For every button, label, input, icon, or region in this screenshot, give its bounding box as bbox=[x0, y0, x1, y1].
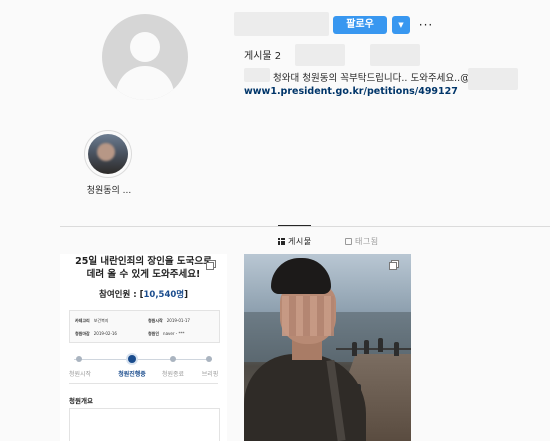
info-author: 청원인 naver - *** bbox=[148, 331, 185, 337]
bio-link[interactable]: www1.president.go.kr/petitions/499127 bbox=[244, 86, 458, 97]
photo-man-shirt bbox=[244, 354, 366, 441]
info-end-key: 청원마감 bbox=[75, 331, 90, 336]
petition-participants: 참여인원 : [10,540명] bbox=[60, 288, 227, 300]
step-label-closed: 청원종료 bbox=[161, 371, 185, 378]
photo-bystander bbox=[394, 342, 399, 356]
info-start-key: 청원시작 bbox=[148, 318, 163, 323]
info-category-val: 보건복지 bbox=[93, 318, 109, 323]
fullname-redacted bbox=[244, 68, 270, 82]
avatar-head-shape bbox=[130, 32, 160, 62]
participants-suffix: ] bbox=[184, 290, 188, 300]
tab-tagged-label: 태그됨 bbox=[355, 237, 379, 246]
progress-dot-closed bbox=[170, 356, 176, 362]
follow-button[interactable]: 팔로우 bbox=[333, 16, 387, 34]
more-options-icon[interactable]: ··· bbox=[418, 16, 434, 34]
photo-bystander bbox=[364, 340, 369, 354]
participants-value: 10,540명 bbox=[143, 290, 185, 300]
petition-overview-box bbox=[69, 408, 220, 441]
username-redacted bbox=[234, 12, 329, 36]
petition-progress-line bbox=[74, 359, 212, 360]
grid-icon bbox=[278, 238, 285, 245]
active-tab-indicator bbox=[278, 225, 311, 226]
petition-title-line2: 데려 올 수 있게 도와주세요! bbox=[86, 269, 201, 280]
avatar-body-shape bbox=[116, 66, 174, 100]
petition-separator bbox=[69, 383, 218, 384]
multiple-photos-icon bbox=[389, 260, 400, 271]
posts-count: 게시물 2 bbox=[244, 51, 282, 62]
suggestions-dropdown-button[interactable]: ▼ bbox=[392, 16, 410, 34]
multiple-photos-icon bbox=[206, 260, 217, 271]
progress-dot-start bbox=[76, 356, 82, 362]
story-highlight[interactable] bbox=[84, 130, 132, 178]
progress-dot-briefing bbox=[206, 356, 212, 362]
photo-face-blurred bbox=[282, 296, 334, 336]
tab-posts-label: 게시물 bbox=[288, 237, 312, 246]
step-label-briefing: 브리핑 bbox=[201, 371, 219, 378]
tabs-divider bbox=[60, 226, 550, 227]
info-author-key: 청원인 bbox=[148, 331, 160, 336]
tag-icon bbox=[345, 238, 352, 245]
info-category-key: 카테고리 bbox=[75, 318, 90, 323]
petition-overview-heading: 청원개요 bbox=[69, 397, 93, 405]
profile-bio: 청와대 청원동의 꼭부탁드립니다.. 도와주세요..@ bbox=[273, 73, 470, 84]
highlight-face-blurred bbox=[97, 143, 115, 161]
tab-tagged[interactable]: 태그됨 bbox=[345, 236, 379, 247]
photo-bystander bbox=[352, 342, 357, 356]
progress-dot-ongoing bbox=[128, 355, 136, 363]
petition-info-table: 카테고리 보건복지 청원시작 2019-01-17 청원마감 2019-02-16 청… bbox=[69, 310, 220, 343]
photo-man-hair bbox=[271, 258, 331, 294]
step-label-start: 청원시작 bbox=[68, 371, 92, 378]
info-start: 청원시작 2019-01-17 bbox=[148, 318, 190, 324]
followers-count-redacted bbox=[295, 44, 345, 66]
info-author-val: naver - *** bbox=[163, 331, 185, 336]
info-start-val: 2019-01-17 bbox=[166, 318, 190, 323]
post-photo[interactable] bbox=[244, 254, 411, 441]
photo-railing bbox=[336, 348, 411, 350]
bio-mention-redacted bbox=[468, 68, 518, 90]
highlight-thumbnail bbox=[88, 134, 128, 174]
info-end-val: 2019-02-16 bbox=[93, 331, 117, 336]
highlight-label: 청원동의 ... bbox=[86, 186, 132, 196]
info-end: 청원마감 2019-02-16 bbox=[75, 331, 117, 337]
tab-posts[interactable]: 게시물 bbox=[278, 236, 312, 247]
post-petition-screenshot[interactable]: 25일 내란인죄의 장인을 도국으로 데려 올 수 있게 도와주세요! 참여인원… bbox=[60, 254, 227, 441]
participants-prefix: 참여인원 : [ bbox=[99, 290, 144, 300]
step-label-ongoing: 청원진행중 bbox=[118, 371, 146, 378]
info-category: 카테고리 보건복지 bbox=[75, 318, 108, 324]
photo-bystander bbox=[378, 338, 383, 352]
profile-avatar[interactable] bbox=[102, 14, 188, 100]
following-count-redacted bbox=[370, 44, 420, 66]
